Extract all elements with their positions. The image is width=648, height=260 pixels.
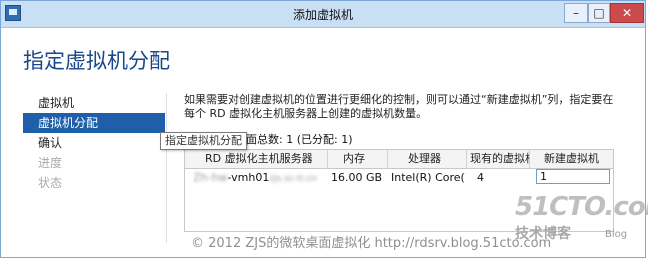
logo-main-text: 51CTO.com <box>515 192 648 222</box>
tooltip: 指定虚拟机分配 <box>160 132 247 150</box>
column-header-memory[interactable]: 内存 <box>328 150 388 168</box>
server-name-redacted-suffix: zjs.sc-tr.cn <box>269 174 317 184</box>
new-vm-count-input[interactable] <box>536 169 610 184</box>
allocation-description: 如果需要对创建虚拟机的位置进行更细化的控制，则可以通过“新建虚拟机”列，指定要在… <box>184 93 614 120</box>
column-header-new-vms[interactable]: 新建虚拟机 <box>530 150 613 168</box>
server-name-cell: Zh-hw-vmh01zjs.sc-tr.cn <box>193 169 327 187</box>
minimize-button[interactable]: – <box>564 3 588 23</box>
server-name-redacted-prefix: Zh-hw <box>193 171 228 184</box>
close-button[interactable]: ✕ <box>610 3 644 23</box>
window-title: 添加虚拟机 <box>292 8 353 22</box>
add-vm-dialog: 添加虚拟机 – □ ✕ 指定虚拟机分配 虚拟机 虚拟机分配 确认 进度 状态 如… <box>0 0 648 258</box>
server-name: -vmh01 <box>227 171 270 184</box>
copyright-watermark: © 2012 ZJS的微软桌面虚拟化 http://rdsrv.blog.51c… <box>191 236 552 251</box>
wizard-nav: 虚拟机 虚拟机分配 确认 进度 状态 <box>23 93 165 193</box>
page-title: 指定虚拟机分配 <box>23 49 170 73</box>
processor-cell: Intel(R) Core(TM <box>391 171 465 184</box>
column-header-processor[interactable]: 处理器 <box>388 150 467 168</box>
existing-vms-cell: 4 <box>477 171 484 184</box>
column-header-server[interactable]: RD 虚拟化主机服务器 <box>185 150 328 168</box>
desktop-total-count: 桌面总数: 1 (已分配: 1) <box>235 133 353 146</box>
nav-item-vm-allocation[interactable]: 虚拟机分配 <box>23 113 165 133</box>
column-header-existing-vms[interactable]: 现有的虚拟机 <box>467 150 530 168</box>
site-logo-watermark: 51CTO.com 技术博客 Blog <box>515 192 648 242</box>
memory-cell: 16.00 GB <box>331 171 383 184</box>
nav-item-vm[interactable]: 虚拟机 <box>23 93 165 113</box>
logo-blog-text: Blog <box>605 229 628 240</box>
nav-item-confirm[interactable]: 确认 <box>23 133 165 153</box>
nav-divider <box>166 93 167 243</box>
nav-item-status: 状态 <box>38 176 63 190</box>
maximize-button[interactable]: □ <box>588 3 610 23</box>
nav-item-progress: 进度 <box>38 156 63 170</box>
table-header: RD 虚拟化主机服务器 内存 处理器 现有的虚拟机 新建虚拟机 <box>185 150 613 169</box>
title-bar[interactable]: 添加虚拟机 – □ ✕ <box>1 1 645 28</box>
